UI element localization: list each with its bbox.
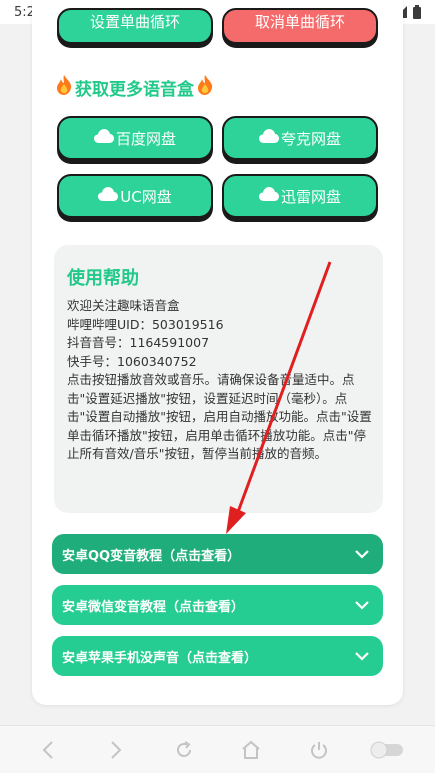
wechat-voice-tutorial[interactable]: 安卓微信变音教程（点击查看）: [52, 585, 383, 625]
uc-pan-button[interactable]: UC网盘: [57, 174, 213, 218]
cloud-icon: [258, 129, 279, 147]
toggle-icon: [370, 741, 404, 758]
toggle-switch[interactable]: [367, 730, 407, 770]
forward-icon: [111, 740, 122, 759]
qq-voice-tutorial-label: 安卓QQ变音教程（点击查看）: [62, 548, 241, 564]
baidu-pan-button[interactable]: 百度网盘: [57, 116, 213, 160]
home-icon: [242, 740, 261, 759]
xunlei-pan-button[interactable]: 迅雷网盘: [222, 174, 378, 218]
iphone-no-sound-tutorial-label: 安卓苹果手机没声音（点击查看）: [62, 650, 258, 666]
fire-icon: [55, 75, 73, 100]
iphone-no-sound-tutorial[interactable]: 安卓苹果手机没声音（点击查看）: [52, 636, 383, 676]
refresh-button[interactable]: [164, 730, 204, 770]
cloud-icon: [258, 187, 279, 205]
back-button[interactable]: [28, 730, 68, 770]
wechat-voice-tutorial-label: 安卓微信变音教程（点击查看）: [62, 599, 245, 615]
cancel-loop-label: 取消单曲循环: [254, 13, 345, 31]
help-line: 快手号：1060340752: [67, 353, 197, 369]
cloud-icon: [93, 129, 114, 147]
fire-icon: [196, 75, 214, 100]
help-line: 抖音音号：1164591007: [67, 335, 210, 350]
power-button[interactable]: [299, 730, 339, 770]
help-box: 使用帮助 欢迎关注趣味语音盒 哔哩哔哩UID：503019516 抖音音号：11…: [54, 245, 383, 513]
home-button[interactable]: [231, 730, 271, 770]
uc-pan-label: UC网盘: [120, 187, 172, 206]
set-loop-label: 设置单曲循环: [89, 13, 180, 31]
more-section-title: 获取更多语音盒: [55, 75, 214, 100]
cancel-loop-button[interactable]: 取消单曲循环: [222, 8, 378, 44]
help-line: 哔哩哔哩UID：503019516: [67, 316, 224, 332]
power-icon: [311, 741, 328, 759]
chevron-down-icon: [355, 600, 369, 610]
battery-icon: [413, 5, 421, 19]
quark-pan-label: 夸克网盘: [280, 129, 341, 148]
chevron-down-icon: [355, 651, 369, 661]
more-section-title-text: 获取更多语音盒: [75, 80, 194, 100]
forward-button[interactable]: [96, 730, 136, 770]
qq-voice-tutorial[interactable]: 安卓QQ变音教程（点击查看）: [52, 534, 383, 574]
help-line: 点击按钮播放音效或音乐。请确保设备音量适中。点击"设置延迟播放"按钮，设置延迟时…: [67, 372, 372, 461]
bottom-nav: [0, 725, 435, 773]
help-title: 使用帮助: [67, 268, 139, 289]
cloud-icon: [98, 187, 119, 205]
chevron-down-icon: [355, 549, 369, 559]
baidu-pan-label: 百度网盘: [115, 129, 176, 148]
set-loop-button[interactable]: 设置单曲循环: [57, 8, 213, 44]
help-body: 欢迎关注趣味语音盒 哔哩哔哩UID：503019516 抖音音号：1164591…: [67, 297, 373, 464]
refresh-icon: [176, 740, 191, 757]
quark-pan-button[interactable]: 夸克网盘: [222, 116, 378, 160]
xunlei-pan-label: 迅雷网盘: [280, 187, 341, 206]
help-line: 欢迎关注趣味语音盒: [67, 298, 180, 313]
back-icon: [42, 740, 53, 759]
